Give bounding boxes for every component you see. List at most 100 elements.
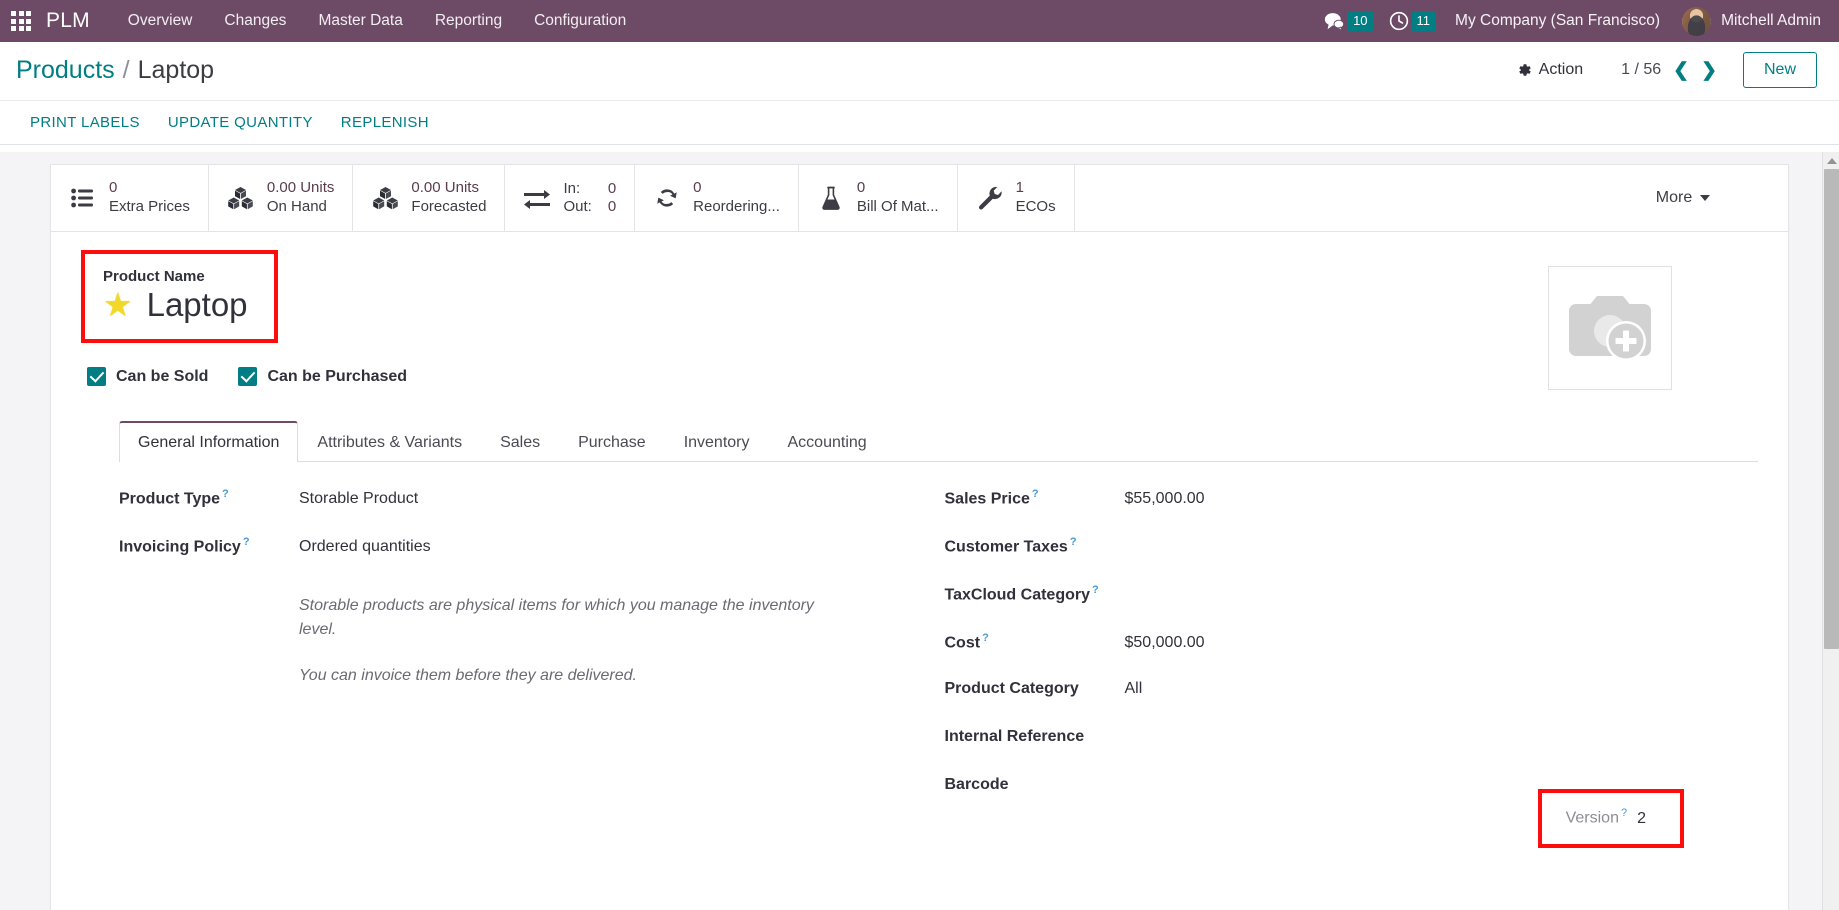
product-name-input[interactable]: Laptop xyxy=(147,286,248,323)
menu-item-master-data[interactable]: Master Data xyxy=(302,0,418,42)
more-stat-buttons-dropdown[interactable]: More xyxy=(1578,165,1788,231)
scrollbar-thumb[interactable] xyxy=(1824,169,1839,649)
cubes-icon xyxy=(371,183,399,213)
field-label: Sales Price? xyxy=(944,487,1039,508)
update-quantity-button[interactable]: UPDATE QUANTITY xyxy=(154,106,327,139)
stat-button-on-hand[interactable]: 0.00 Units On Hand xyxy=(209,165,354,231)
star-icon[interactable]: ★ xyxy=(103,288,133,321)
stat-out-label: Out: xyxy=(563,197,592,215)
apps-grid-icon[interactable] xyxy=(8,8,34,34)
control-panel-action-buttons: PRINT LABELS UPDATE QUANTITY REPLENISH xyxy=(0,100,1839,144)
control-panel-top: Products / Laptop Action 1 / 56 ❮ ❯ New xyxy=(0,42,1839,100)
field-value[interactable]: $50,000.00 xyxy=(1125,634,1721,652)
field-value[interactable]: Ordered quantities xyxy=(299,538,895,556)
stat-value: 0 xyxy=(109,179,118,196)
help-tooltip-icon[interactable]: ? xyxy=(243,536,250,548)
help-tooltip-icon[interactable]: ? xyxy=(1621,807,1627,819)
stat-in-value: 0 xyxy=(607,180,617,198)
help-tooltip-icon[interactable]: ? xyxy=(1092,584,1099,596)
avatar xyxy=(1682,6,1712,36)
checkbox-checked-icon xyxy=(87,367,106,387)
more-label: More xyxy=(1655,188,1693,206)
print-labels-button[interactable]: PRINT LABELS xyxy=(16,106,154,139)
breadcrumb-separator: / xyxy=(122,55,130,84)
menu-item-overview[interactable]: Overview xyxy=(112,0,209,42)
stat-button-ecos[interactable]: 1 ECOs xyxy=(958,165,1075,231)
company-switcher[interactable]: My Company (San Francisco) xyxy=(1441,0,1674,42)
version-highlight-wrap: Version? 2 xyxy=(1537,789,1684,848)
menu-item-changes[interactable]: Changes xyxy=(208,0,302,42)
exchange-arrows-icon xyxy=(523,183,551,213)
tab-inventory[interactable]: Inventory xyxy=(665,422,769,462)
product-title-row: ★ Laptop xyxy=(103,286,248,323)
field-label: Cost? xyxy=(944,631,989,652)
field-customer-taxes: Customer Taxes? xyxy=(945,536,1721,584)
menu-item-configuration[interactable]: Configuration xyxy=(518,0,642,42)
tab-accounting[interactable]: Accounting xyxy=(769,422,886,462)
can-be-sold-checkbox[interactable]: Can be Sold xyxy=(87,367,209,387)
field-label: Barcode xyxy=(944,775,1009,793)
stat-value: 0 xyxy=(693,179,702,196)
stat-button-reordering-rules[interactable]: 0 Reordering... xyxy=(635,165,799,231)
menu-item-reporting[interactable]: Reporting xyxy=(419,0,518,42)
stat-label: Forecasted xyxy=(411,197,487,215)
stat-button-extra-prices[interactable]: 0 Extra Prices xyxy=(51,165,209,231)
tab-sales[interactable]: Sales xyxy=(481,422,559,462)
app-brand-plm[interactable]: PLM xyxy=(46,9,90,33)
action-menu-button[interactable]: Action xyxy=(1504,55,1595,85)
messages-count-badge: 10 xyxy=(1348,11,1373,31)
top-navbar: PLM Overview Changes Master Data Reporti… xyxy=(0,0,1839,42)
navbar-right-cluster: 10 11 My Company (San Francisco) Mitchel… xyxy=(1314,0,1825,42)
help-tooltip-icon[interactable]: ? xyxy=(982,632,989,644)
tab-purchase[interactable]: Purchase xyxy=(559,422,665,462)
main-menu: Overview Changes Master Data Reporting C… xyxy=(112,0,643,42)
stat-value: 0.00 Units xyxy=(411,179,479,196)
field-value[interactable]: $55,000.00 xyxy=(1125,490,1721,508)
field-label: Product Category xyxy=(944,679,1079,697)
product-image-upload[interactable] xyxy=(1548,265,1672,390)
field-label: TaxCloud Category? xyxy=(944,583,1099,604)
pager-previous-icon[interactable]: ❮ xyxy=(1673,61,1689,80)
can-be-purchased-checkbox[interactable]: Can be Purchased xyxy=(238,367,407,387)
vertical-scrollbar[interactable] xyxy=(1822,152,1839,910)
new-button[interactable]: New xyxy=(1742,52,1817,88)
notebook-tabs: General Information Attributes & Variant… xyxy=(119,420,1758,462)
user-menu[interactable]: Mitchell Admin xyxy=(1674,0,1825,42)
stat-value: 1 xyxy=(1015,179,1024,196)
invoice-note: You can invoice them before they are del… xyxy=(299,666,637,684)
can-be-sold-label: Can be Sold xyxy=(116,367,209,385)
tab-attributes-variants[interactable]: Attributes & Variants xyxy=(298,422,481,462)
field-type-notes: Storable products are physical items for… xyxy=(119,584,895,688)
chat-bubble-icon xyxy=(1324,12,1345,31)
activities-menu[interactable]: 11 xyxy=(1379,0,1442,42)
list-ul-icon xyxy=(69,183,97,213)
storable-note: Storable products are physical items for… xyxy=(299,596,814,638)
activities-count-badge: 11 xyxy=(1411,11,1436,31)
product-flags: Can be Sold Can be Purchased xyxy=(87,367,1548,387)
help-tooltip-icon[interactable]: ? xyxy=(1032,488,1039,500)
checkbox-checked-icon xyxy=(238,367,258,387)
help-tooltip-icon[interactable]: ? xyxy=(1070,536,1077,548)
help-tooltip-icon[interactable]: ? xyxy=(222,488,229,500)
stat-value: 0.00 Units xyxy=(266,179,335,196)
tab-general-information[interactable]: General Information xyxy=(119,420,299,462)
stat-label: ECOs xyxy=(1015,197,1056,215)
version-value[interactable]: 2 xyxy=(1637,810,1646,828)
stat-button-bill-of-materials[interactable]: 0 Bill Of Mat... xyxy=(799,165,958,231)
stat-in-label: In: xyxy=(563,180,581,198)
stat-button-forecasted[interactable]: 0.00 Units Forecasted xyxy=(353,165,506,231)
form-left-column: Product Type? Storable Product Invoicing… xyxy=(119,488,895,824)
field-value[interactable]: All xyxy=(1125,680,1721,698)
field-value[interactable]: Storable Product xyxy=(299,490,895,508)
breadcrumb-parent-products[interactable]: Products xyxy=(16,56,115,85)
stat-button-in-out[interactable]: In: 0 Out: 0 xyxy=(505,165,636,231)
stat-label: Extra Prices xyxy=(109,197,190,215)
stat-label: On Hand xyxy=(266,197,327,215)
form-right-column: Sales Price? $55,000.00 Customer Taxes? … xyxy=(945,488,1721,824)
wrench-icon xyxy=(976,183,1004,213)
replenish-button[interactable]: REPLENISH xyxy=(327,106,443,139)
messages-menu[interactable]: 10 xyxy=(1314,0,1378,42)
pager-next-icon[interactable]: ❯ xyxy=(1701,61,1717,80)
field-product-category: Product Category All xyxy=(945,680,1721,728)
scroll-up-arrow-icon[interactable] xyxy=(1823,152,1839,169)
